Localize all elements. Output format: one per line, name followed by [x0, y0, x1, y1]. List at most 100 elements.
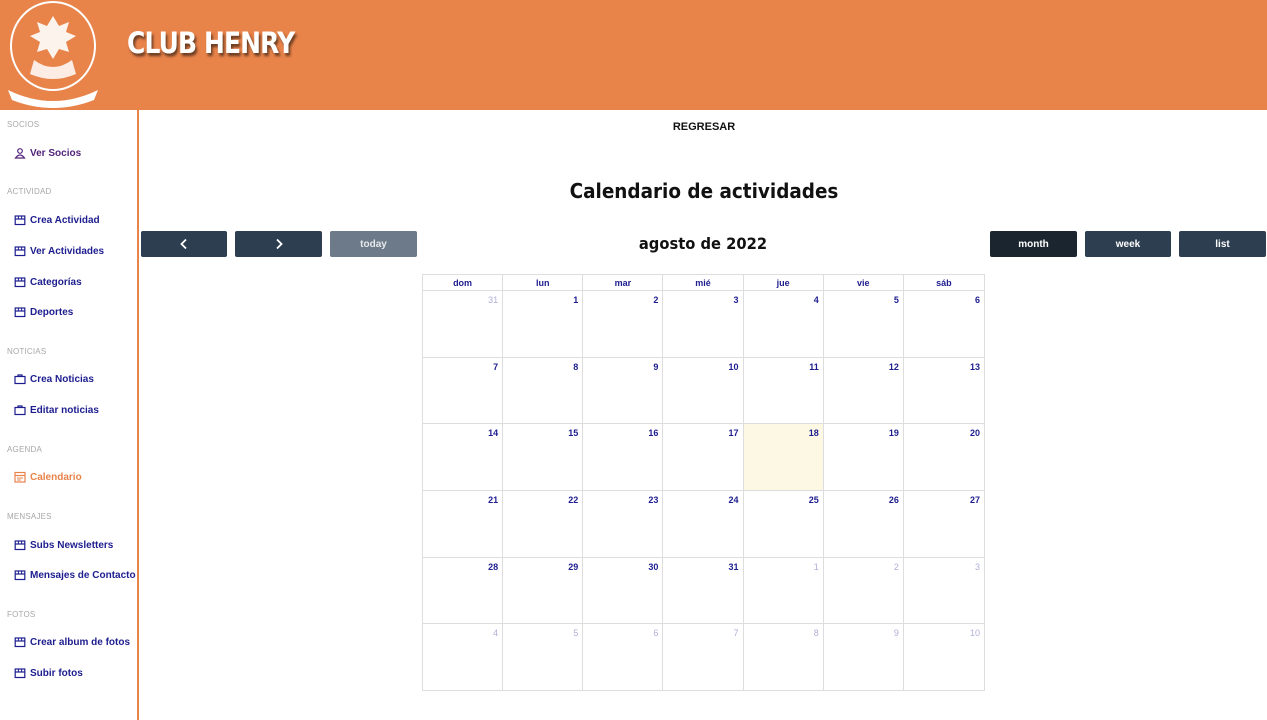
sidebar-item-mensajes-contacto[interactable]: Mensajes de Contacto — [14, 569, 136, 581]
day-number[interactable]: 6 — [653, 628, 658, 638]
day-cell[interactable]: 8 — [744, 624, 824, 692]
day-cell[interactable]: 20 — [904, 424, 984, 490]
day-cell[interactable]: 29 — [503, 557, 584, 624]
day-number[interactable]: 20 — [970, 428, 980, 438]
day-number[interactable]: 3 — [734, 295, 739, 305]
day-cell[interactable]: 8 — [503, 357, 584, 424]
day-number[interactable]: 11 — [809, 362, 819, 372]
day-number[interactable]: 1 — [814, 562, 819, 572]
day-cell[interactable]: 31 — [663, 557, 744, 624]
day-cell[interactable]: 27 — [904, 491, 984, 557]
next-month-button[interactable] — [235, 231, 322, 257]
list-view-button[interactable]: list — [1179, 231, 1266, 257]
day-cell-today[interactable]: 18 — [743, 424, 824, 491]
day-number[interactable]: 10 — [970, 628, 980, 638]
day-cell[interactable]: 2 — [824, 557, 904, 624]
day-cell[interactable]: 3 — [663, 291, 744, 357]
day-number[interactable]: 7 — [734, 628, 739, 638]
day-number[interactable]: 4 — [814, 295, 819, 305]
day-cell[interactable]: 6 — [904, 291, 984, 357]
day-number[interactable]: 21 — [488, 495, 498, 505]
day-number[interactable]: 5 — [573, 628, 578, 638]
day-number[interactable]: 31 — [488, 295, 498, 305]
day-number[interactable]: 19 — [889, 428, 899, 438]
day-cell[interactable]: 9 — [824, 624, 904, 692]
day-number[interactable]: 14 — [488, 428, 498, 438]
day-cell[interactable]: 7 — [423, 357, 504, 424]
day-number[interactable]: 13 — [970, 362, 980, 372]
day-cell[interactable]: 15 — [503, 424, 584, 491]
day-number[interactable]: 30 — [648, 562, 658, 572]
day-number[interactable]: 12 — [889, 362, 899, 372]
day-cell[interactable]: 3 — [904, 558, 984, 624]
day-number[interactable]: 22 — [568, 495, 578, 505]
day-cell[interactable]: 30 — [583, 557, 664, 624]
day-number[interactable]: 23 — [648, 495, 658, 505]
sidebar-item-crear-album[interactable]: Crear album de fotos — [14, 636, 130, 648]
month-view-button[interactable]: month — [990, 231, 1077, 257]
prev-month-button[interactable] — [141, 231, 227, 257]
day-number[interactable]: 31 — [729, 562, 739, 572]
day-number[interactable]: 9 — [653, 362, 658, 372]
day-number[interactable]: 6 — [975, 295, 980, 305]
sidebar-item-subir-fotos[interactable]: Subir fotos — [14, 667, 83, 679]
day-cell[interactable]: 1 — [744, 557, 824, 624]
sidebar-item-crea-actividad[interactable]: Crea Actividad — [14, 214, 100, 226]
day-number[interactable]: 16 — [648, 428, 658, 438]
sidebar-item-ver-actividades[interactable]: Ver Actividades — [14, 245, 104, 257]
day-cell[interactable]: 28 — [423, 557, 504, 624]
sidebar-item-ver-socios[interactable]: Ver Socios — [14, 147, 81, 159]
day-number[interactable]: 28 — [488, 562, 498, 572]
day-number[interactable]: 5 — [894, 295, 899, 305]
day-number[interactable]: 15 — [568, 428, 578, 438]
day-cell[interactable]: 7 — [663, 624, 744, 692]
day-cell[interactable]: 5 — [824, 291, 904, 357]
day-cell[interactable]: 14 — [423, 424, 504, 491]
day-cell[interactable]: 22 — [503, 491, 584, 557]
day-cell[interactable]: 4 — [744, 291, 824, 357]
sidebar-item-categorias[interactable]: Categorías — [14, 276, 82, 288]
day-cell[interactable]: 25 — [744, 491, 824, 557]
day-cell[interactable]: 19 — [824, 424, 904, 491]
day-cell[interactable]: 12 — [824, 357, 904, 424]
sidebar-item-subs-newsletters[interactable]: Subs Newsletters — [14, 539, 113, 551]
day-number[interactable]: 3 — [975, 562, 980, 572]
day-cell[interactable]: 11 — [744, 357, 824, 424]
day-cell[interactable]: 5 — [503, 624, 584, 692]
day-cell[interactable]: 4 — [423, 624, 504, 692]
day-number[interactable]: 29 — [568, 562, 578, 572]
sidebar-item-calendario[interactable]: Calendario — [14, 471, 82, 483]
day-cell[interactable]: 26 — [824, 491, 904, 557]
day-cell[interactable]: 24 — [663, 491, 744, 557]
day-cell[interactable]: 1 — [503, 291, 584, 357]
day-number[interactable]: 10 — [729, 362, 739, 372]
day-number[interactable]: 2 — [653, 295, 658, 305]
day-cell[interactable]: 16 — [583, 424, 664, 491]
today-button[interactable]: today — [330, 231, 417, 257]
day-cell[interactable]: 6 — [583, 624, 664, 692]
day-number[interactable]: 7 — [493, 362, 498, 372]
day-cell[interactable]: 17 — [663, 424, 744, 491]
sidebar-item-editar-noticias[interactable]: Editar noticias — [14, 404, 99, 416]
day-cell[interactable]: 21 — [423, 491, 504, 557]
week-view-button[interactable]: week — [1085, 231, 1171, 257]
day-number[interactable]: 9 — [894, 628, 899, 638]
day-number[interactable]: 24 — [729, 495, 739, 505]
day-number[interactable]: 1 — [573, 295, 578, 305]
sidebar-item-crea-noticias[interactable]: Crea Noticias — [14, 373, 94, 385]
day-number[interactable]: 17 — [729, 428, 739, 438]
day-cell[interactable]: 10 — [663, 357, 744, 424]
day-number[interactable]: 26 — [889, 495, 899, 505]
day-cell[interactable]: 23 — [583, 491, 664, 557]
day-number[interactable]: 2 — [894, 562, 899, 572]
day-number[interactable]: 27 — [970, 495, 980, 505]
day-number[interactable]: 8 — [814, 628, 819, 638]
day-cell[interactable]: 13 — [904, 358, 984, 424]
sidebar-item-deportes[interactable]: Deportes — [14, 306, 73, 318]
day-number[interactable]: 8 — [573, 362, 578, 372]
day-number[interactable]: 4 — [493, 628, 498, 638]
day-cell[interactable]: 9 — [583, 357, 664, 424]
day-number[interactable]: 25 — [809, 495, 819, 505]
day-number[interactable]: 18 — [809, 428, 819, 438]
day-cell[interactable]: 2 — [583, 291, 664, 357]
